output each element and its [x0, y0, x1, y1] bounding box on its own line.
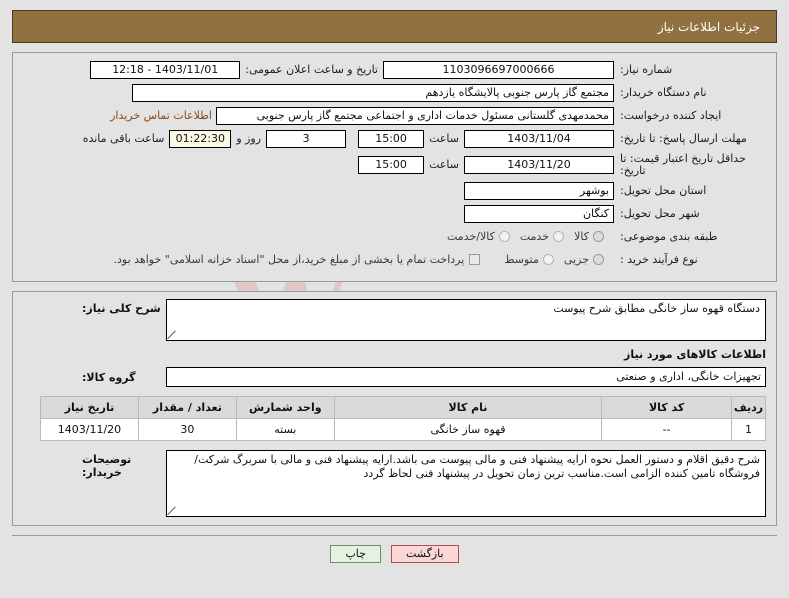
row-buyer-org: نام دستگاه خریدار: مجتمع گاز پارس جنوبی … [23, 83, 766, 102]
radio-label: متوسط [504, 253, 539, 266]
row-goods-group: تجهیزات خانگی، اداری و صنعتی گروه کالا: [23, 367, 766, 387]
cell-item-code: -- [601, 418, 733, 441]
footer-divider [12, 535, 777, 536]
row-need-number: شماره نیاز: 1103096697000666 تاریخ و ساع… [23, 60, 766, 79]
requester-label: ایجاد کننده درخواست: [620, 109, 722, 122]
purchase-process-radio-group: جزیی متوسط [504, 253, 614, 266]
row-purchase-process: نوع فرآیند خرید : جزیی متوسط پرداخت تمام… [23, 250, 766, 269]
response-deadline-hour: 15:00 [358, 129, 425, 148]
col-unit: واحد شمارش [235, 396, 335, 419]
page-header: جزئیات اطلاعات نیاز [12, 10, 777, 43]
radio-label: جزیی [563, 253, 589, 266]
row-buyer-notes: شرح دقیق اقلام و دستور العمل نحوه ارایه … [23, 450, 766, 517]
radio-icon[interactable] [593, 231, 604, 242]
response-deadline-label: مهلت ارسال پاسخ: تا تاریخ: [620, 132, 747, 145]
buyer-notes-value: شرح دقیق اقلام و دستور العمل نحوه ارایه … [194, 453, 760, 480]
goods-group-label: گروه کالا: [82, 370, 136, 384]
row-delivery-province: استان محل تحویل: بوشهر [23, 181, 766, 200]
table-header-row: ردیف کد کالا نام کالا واحد شمارش تعداد /… [40, 396, 766, 419]
radio-icon[interactable] [542, 254, 554, 265]
row-subject-class: طبقه بندی موضوعی: کالا خدمت کالا/خدمت [23, 227, 766, 246]
overall-description-textarea[interactable]: دستگاه قهوه ساز خانگی مطابق شرح پیوست [166, 299, 766, 341]
back-button[interactable]: بازگشت [390, 545, 459, 563]
delivery-city-value: کنگان [464, 204, 614, 223]
radio-label: کالا/خدمت [447, 230, 495, 243]
resize-grip-icon[interactable] [168, 330, 177, 339]
announce-datetime-value: 1403/11/01 - 12:18 [90, 60, 241, 79]
requester-value: محمدمهدی گلستانی مسئول خدمات اداری و اجت… [216, 106, 614, 125]
radio-icon[interactable] [553, 231, 565, 242]
need-info-panel: شماره نیاز: 1103096697000666 تاریخ و ساع… [12, 52, 777, 282]
subject-class-radio-group: کالا خدمت کالا/خدمت [447, 230, 614, 243]
resize-grip-icon[interactable] [168, 506, 177, 515]
delivery-province-value: بوشهر [464, 181, 614, 200]
col-quantity: تعداد / مقدار [137, 396, 237, 419]
countdown-timer: 01:22:30 [169, 129, 232, 148]
price-validity-date: 1403/11/20 [464, 155, 614, 174]
cell-unit: بسته [235, 418, 335, 441]
radio-label: کالا [574, 230, 589, 243]
response-deadline-hour-label: ساعت [429, 132, 459, 145]
cell-need-date: 1403/11/20 [40, 418, 139, 441]
remaining-days-value: 3 [266, 129, 347, 148]
treasury-checkbox[interactable] [469, 254, 481, 265]
col-need-date: تاریخ نیاز [40, 396, 139, 419]
page-title: جزئیات اطلاعات نیاز [657, 19, 760, 34]
row-delivery-city: شهر محل تحویل: کنگان [23, 204, 766, 223]
overall-description-label: شرح کلی نیاز: [82, 302, 161, 315]
buyer-notes-label: توضیحات خریدار: [82, 453, 132, 479]
buyer-notes-textarea[interactable]: شرح دقیق اقلام و دستور العمل نحوه ارایه … [166, 450, 766, 517]
overall-description-value: دستگاه قهوه ساز خانگی مطابق شرح پیوست [553, 302, 760, 315]
row-requester: ایجاد کننده درخواست: محمدمهدی گلستانی مس… [23, 106, 766, 125]
radio-process-motavasset[interactable]: متوسط [504, 253, 554, 266]
delivery-province-label: استان محل تحویل: [620, 184, 707, 197]
goods-section-title: اطلاعات کالاهای مورد نیاز [624, 348, 766, 361]
radio-label: خدمت [519, 230, 550, 243]
treasury-note: پرداخت تمام یا بخشی از مبلغ خرید،از محل … [113, 253, 465, 266]
row-price-validity: حداقل تاریخ اعتبار قیمت: تا تاریخ: 1403/… [23, 152, 766, 177]
radio-icon[interactable] [593, 254, 604, 265]
need-description-panel: دستگاه قهوه ساز خانگی مطابق شرح پیوست شر… [12, 291, 777, 526]
radio-process-jozii[interactable]: جزیی [564, 253, 604, 266]
col-row-no: ردیف [731, 396, 766, 419]
row-response-deadline: مهلت ارسال پاسخ: تا تاریخ: 1403/11/04 سا… [23, 129, 766, 148]
price-validity-hour: 15:00 [358, 155, 425, 174]
table-row: 1 -- قهوه ساز خانگی بسته 30 1403/11/20 [40, 418, 766, 441]
countdown-label: ساعت باقی مانده [82, 132, 165, 145]
radio-subject-kala[interactable]: کالا [574, 230, 604, 243]
radio-icon[interactable] [498, 231, 510, 242]
remaining-days-label: روز و [236, 132, 262, 145]
col-item-name: نام کالا [333, 396, 603, 419]
purchase-process-label: نوع فرآیند خرید : [620, 253, 698, 266]
radio-subject-khedmat[interactable]: خدمت [519, 230, 565, 243]
cell-item-name: قهوه ساز خانگی [333, 418, 603, 441]
goods-group-value: تجهیزات خانگی، اداری و صنعتی [166, 367, 766, 387]
need-number-label: شماره نیاز: [620, 63, 673, 76]
announce-datetime-label: تاریخ و ساعت اعلان عمومی: [245, 63, 378, 76]
col-item-code: کد کالا [601, 396, 733, 419]
cell-row-no: 1 [731, 418, 766, 441]
buyer-org-value: مجتمع گاز پارس جنوبی پالایشگاه یازدهم [132, 83, 614, 102]
items-table: ردیف کد کالا نام کالا واحد شمارش تعداد /… [40, 396, 766, 441]
cell-quantity: 30 [137, 418, 237, 441]
delivery-city-label: شهر محل تحویل: [620, 207, 700, 220]
need-number-value: 1103096697000666 [383, 60, 614, 79]
subject-class-label: طبقه بندی موضوعی: [620, 230, 718, 243]
print-button[interactable]: چاپ [330, 545, 381, 563]
price-validity-label: حداقل تاریخ اعتبار قیمت: تا تاریخ: [620, 152, 746, 177]
radio-subject-kala-khedmat[interactable]: کالا/خدمت [447, 230, 510, 243]
row-overall-description: دستگاه قهوه ساز خانگی مطابق شرح پیوست شر… [23, 299, 766, 341]
footer-button-bar: بازگشت چاپ [0, 545, 789, 563]
price-validity-hour-label: ساعت [429, 158, 459, 171]
response-deadline-date: 1403/11/04 [464, 129, 614, 148]
buyer-contact-link[interactable]: اطلاعات تماس خریدار [106, 109, 216, 122]
buyer-org-label: نام دستگاه خریدار: [620, 86, 707, 99]
